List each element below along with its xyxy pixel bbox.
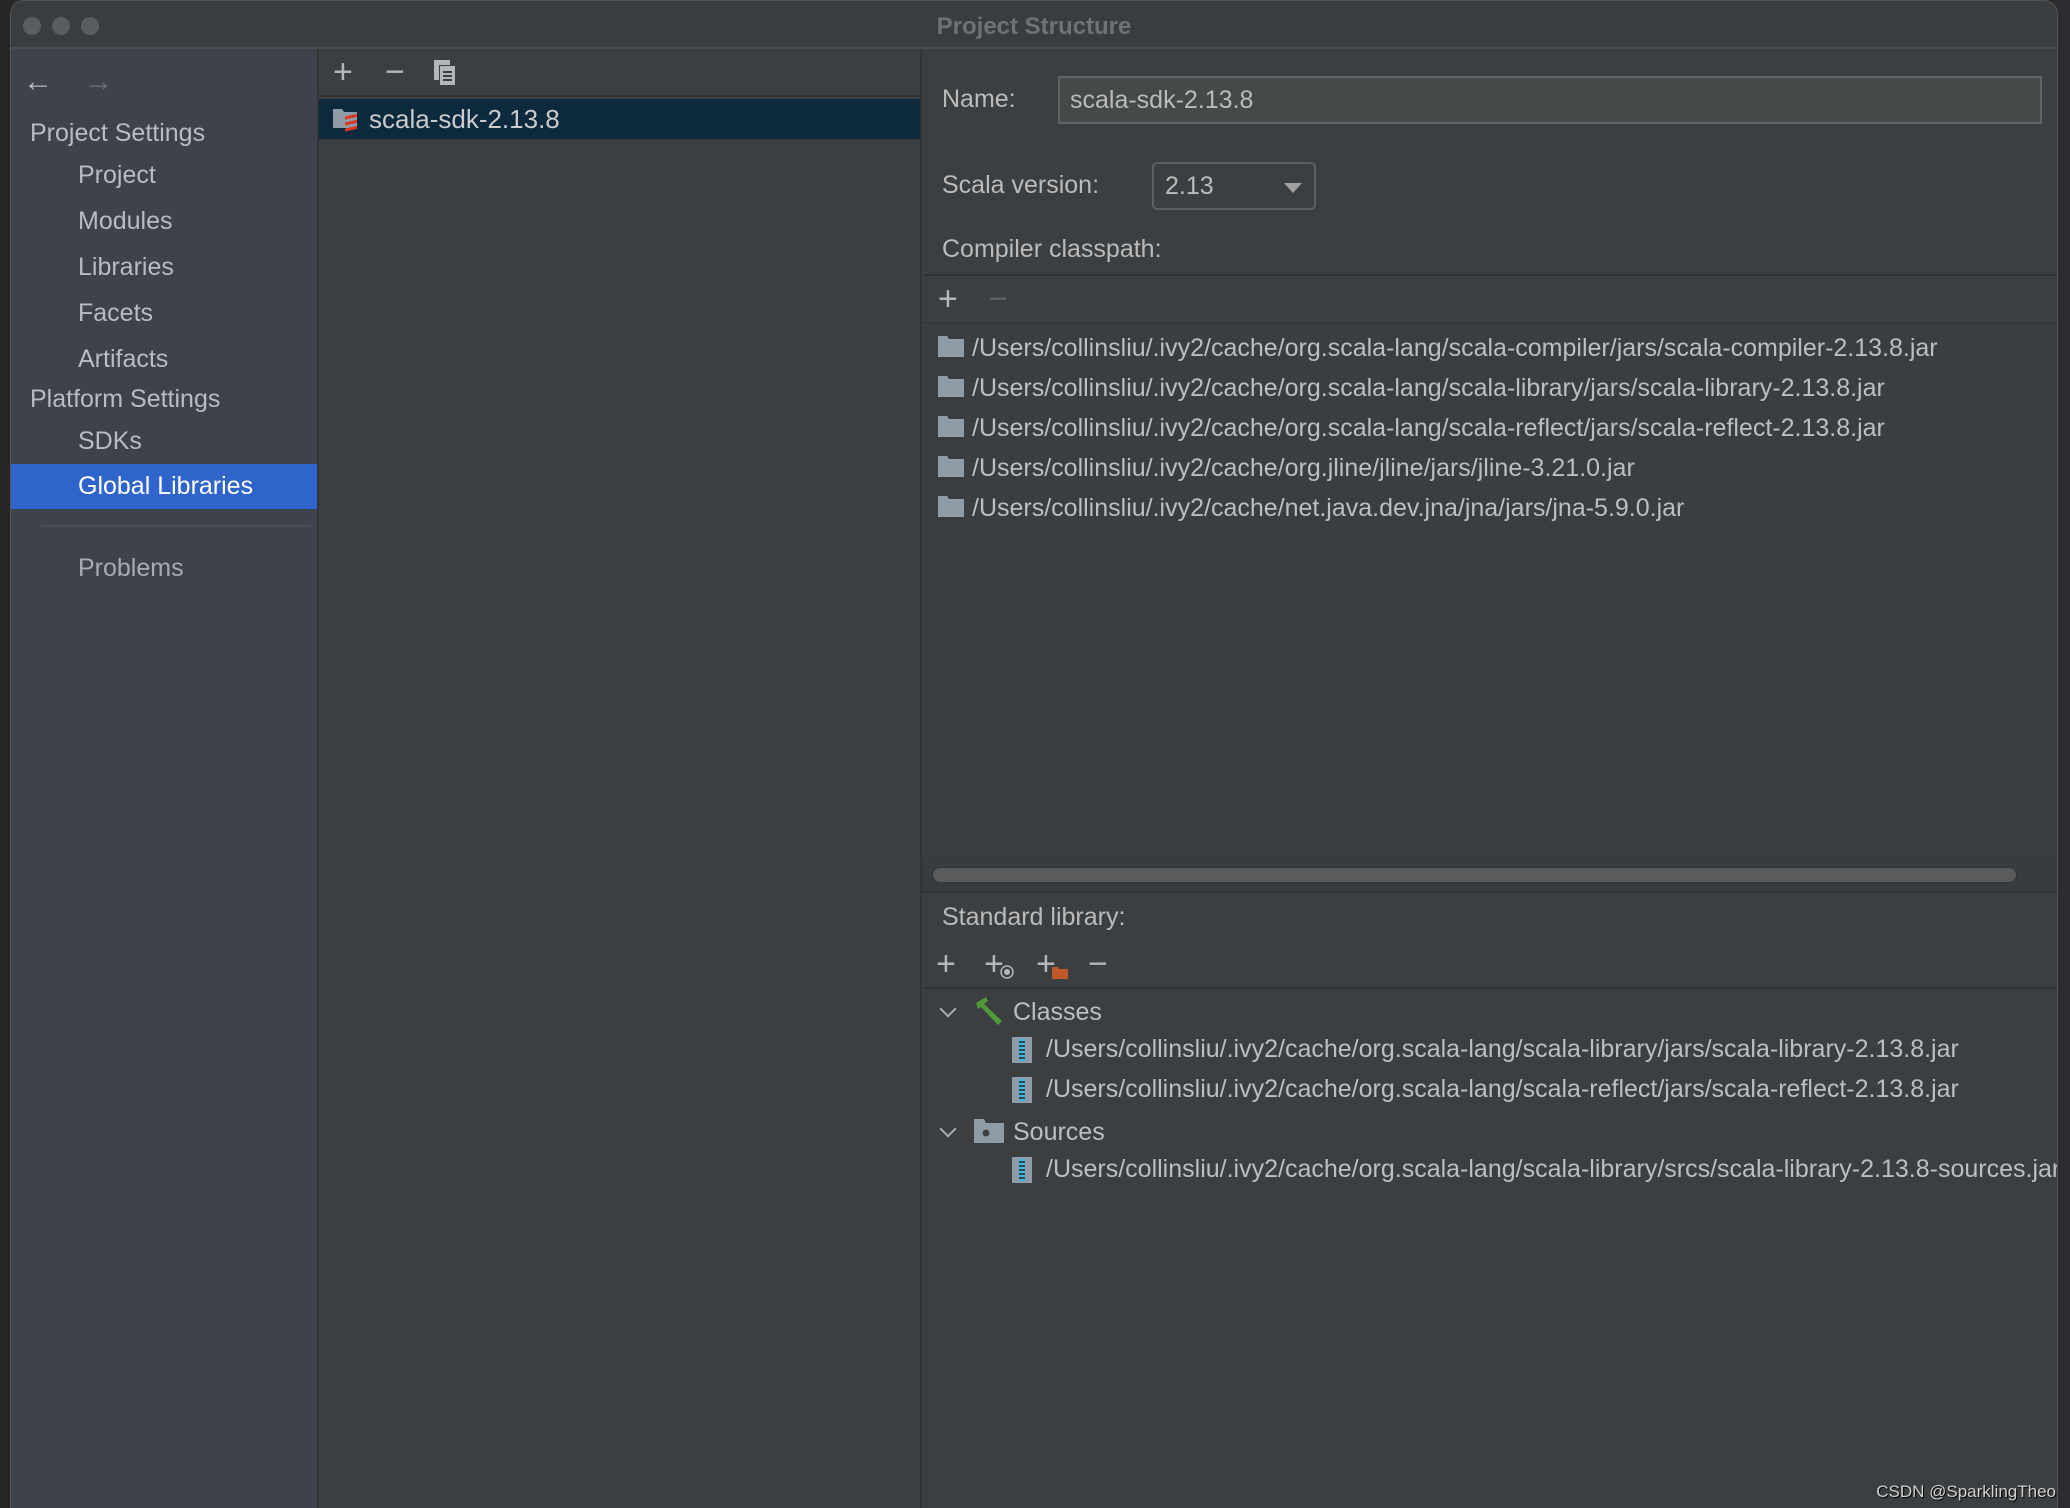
standard-library-label: Standard library: [942, 903, 1126, 931]
tree-item-class-root[interactable]: /Users/collinsliu/.ivy2/cache/org.scala-… [1012, 1075, 1959, 1115]
list-toolbar: + − [319, 49, 920, 97]
folder-icon [938, 415, 964, 444]
nav-item-facets[interactable]: Facets [11, 291, 317, 336]
name-input[interactable]: scala-sdk-2.13.8 [1058, 76, 2042, 124]
title-bar: Project Structure [11, 1, 2057, 49]
jar-icon [1012, 1037, 1032, 1064]
background-desktop-right [2056, 0, 2070, 1508]
nav-section-project-settings: Project Settings [30, 119, 206, 147]
plus-icon[interactable]: + [333, 55, 353, 89]
compiler-classpath-panel: + − /Users/collinsliu/.ivy2/cache/org.sc… [924, 274, 2057, 891]
window-title: Project Structure [936, 13, 1132, 40]
attach-url-icon[interactable]: + [984, 947, 1014, 981]
scala-version-value: 2.13 [1165, 172, 1214, 200]
tree-node-classes[interactable]: Classes [924, 995, 2057, 1035]
scala-sdk-icon [333, 107, 357, 132]
nav-item-libraries[interactable]: Libraries [11, 245, 317, 290]
arrow-left-icon[interactable]: ← [23, 65, 53, 99]
plus-icon[interactable]: + [938, 282, 958, 316]
chevron-down-icon[interactable] [939, 1120, 957, 1138]
classes-label: Classes [1013, 998, 1102, 1026]
nav-item-problems[interactable]: Problems [11, 546, 317, 591]
plus-icon[interactable]: + [936, 947, 956, 981]
list-item-scala-sdk[interactable]: scala-sdk-2.13.8 [319, 99, 920, 139]
project-structure-dialog: Project Structure ← → Project Settings P… [10, 0, 2058, 1508]
tree-node-sources[interactable]: Sources [924, 1115, 2057, 1155]
nav-section-platform-settings: Platform Settings [30, 385, 221, 413]
compiler-classpath-list: /Users/collinsliu/.ivy2/cache/org.scala-… [924, 326, 2057, 866]
sources-label: Sources [1013, 1118, 1105, 1146]
folder-icon [938, 455, 964, 484]
settings-nav: ← → Project Settings Project Modules Lib… [11, 49, 317, 1508]
folder-icon [938, 375, 964, 404]
source-folder-icon [974, 1119, 1004, 1150]
classpath-item[interactable]: /Users/collinsliu/.ivy2/cache/org.scala-… [938, 414, 1885, 450]
attach-folder-icon[interactable]: + [1036, 947, 1068, 981]
nav-item-modules[interactable]: Modules [11, 199, 317, 244]
compiler-classpath-toolbar: + − [924, 276, 2057, 324]
tree-item-source-root[interactable]: /Users/collinsliu/.ivy2/cache/org.scala-… [1012, 1155, 2057, 1195]
name-label: Name: [942, 85, 1016, 113]
chevron-down-icon[interactable] [939, 1000, 957, 1018]
jar-icon [1012, 1077, 1032, 1104]
nav-item-global-libraries[interactable]: Global Libraries [11, 464, 317, 509]
scala-version-label: Scala version: [942, 171, 1100, 199]
nav-item-artifacts[interactable]: Artifacts [11, 337, 317, 382]
chevron-down-icon [1284, 183, 1302, 193]
classpath-item[interactable]: /Users/collinsliu/.ivy2/cache/net.java.d… [938, 494, 1684, 530]
watermark: CSDN @SparklingTheo [1876, 1482, 2056, 1501]
minus-icon[interactable]: − [385, 55, 405, 89]
nav-divider [41, 525, 311, 527]
horizontal-scrollbar[interactable] [932, 867, 2017, 883]
arrow-right-icon[interactable]: → [83, 65, 113, 99]
nav-arrows: ← → [23, 65, 135, 99]
folder-icon [938, 495, 964, 524]
minus-icon[interactable]: − [988, 282, 1008, 316]
nav-item-project[interactable]: Project [11, 153, 317, 198]
nav-item-sdks[interactable]: SDKs [11, 419, 317, 464]
classpath-item[interactable]: /Users/collinsliu/.ivy2/cache/org.scala-… [938, 334, 1938, 370]
minus-icon[interactable]: − [1088, 947, 1108, 981]
folder-icon [938, 335, 964, 364]
standard-library-toolbar: + + + − [924, 939, 2057, 989]
jar-icon [1012, 1157, 1032, 1184]
hammer-icon [974, 997, 1004, 1032]
tree-item-class-root[interactable]: /Users/collinsliu/.ivy2/cache/org.scala-… [1012, 1035, 1959, 1075]
classpath-item[interactable]: /Users/collinsliu/.ivy2/cache/org.scala-… [938, 374, 1885, 410]
library-detail-pane: Name: scala-sdk-2.13.8 Scala version: 2.… [922, 49, 2057, 1508]
classpath-item[interactable]: /Users/collinsliu/.ivy2/cache/org.jline/… [938, 454, 1635, 490]
scala-version-select[interactable]: 2.13 [1152, 162, 1316, 210]
global-libraries-list-pane: + − scala-sdk-2.13.8 [317, 49, 922, 1508]
compiler-classpath-label: Compiler classpath: [942, 235, 1162, 263]
standard-library-tree: Classes /Users/collinsliu/.ivy2/cache/or… [924, 991, 2057, 1508]
copy-icon[interactable] [433, 59, 457, 93]
list-item-label: scala-sdk-2.13.8 [369, 104, 560, 134]
